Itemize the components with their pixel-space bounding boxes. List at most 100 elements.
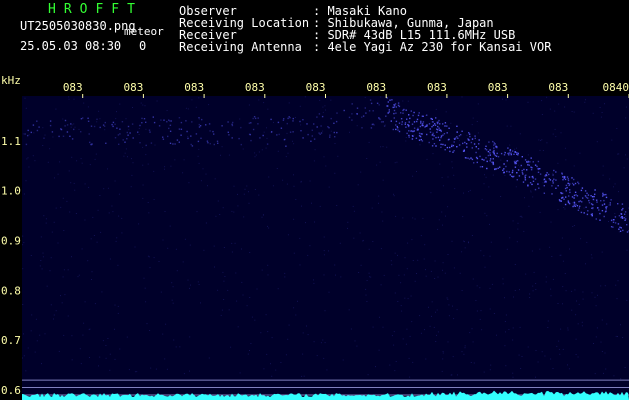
noise-speckle [430,192,432,194]
signal-dot [581,201,583,203]
signal-dot [456,146,458,148]
noise-speckle [431,301,433,303]
noise-speckle [57,242,59,244]
noise-speckle [258,194,260,196]
noise-speckle [256,288,258,290]
signal-dot [573,204,575,206]
signal-dot [566,186,568,189]
signal-dot [521,169,523,172]
signal-dot [503,154,506,156]
noise-speckle [441,211,443,213]
signal-dot [601,210,604,212]
noise-speckle [197,155,199,157]
noise-speckle [231,251,233,253]
noise-speckle [405,137,407,138]
signal-dot [551,193,553,195]
signal-dot [500,152,503,155]
signal-dot [555,187,557,189]
noise-speckle [205,173,207,175]
noise-speckle [461,290,463,291]
noise-speckle [68,170,70,172]
noise-speckle [336,205,338,206]
noise-speckle [46,285,48,287]
noise-speckle [234,242,236,244]
noise-speckle [564,273,566,274]
signal-dot [38,126,40,128]
signal-dot [32,124,35,126]
noise-speckle [102,340,104,342]
noise-speckle [472,278,474,280]
signal-dot [489,152,491,154]
signal-dot [494,143,496,145]
signal-dot [378,104,380,106]
signal-dot [621,209,623,211]
noise-speckle [574,289,576,291]
noise-speckle [556,345,558,347]
noise-speckle [228,154,230,156]
noise-speckle [442,351,444,352]
signal-dot [487,154,490,157]
noise-speckle [360,264,362,266]
noise-speckle [111,205,113,207]
noise-speckle [117,305,119,307]
signal-dot [453,150,455,152]
signal-dot [277,121,280,124]
signal-dot [64,125,66,127]
noise-speckle [362,239,364,241]
signal-dot [599,219,601,221]
signal-dot [573,197,575,199]
noise-speckle [87,260,89,262]
noise-speckle [614,183,616,185]
noise-speckle [600,341,602,343]
noise-speckle [101,291,103,293]
signal-dot [252,117,254,120]
signal-dot [610,199,612,201]
noise-speckle [375,366,376,368]
noise-speckle [248,202,250,204]
noise-speckle [519,289,520,291]
noise-speckle [213,245,215,247]
noise-speckle [458,139,460,141]
noise-speckle [425,269,426,271]
noise-speckle [453,267,455,269]
noise-speckle [50,257,52,259]
noise-speckle [620,378,622,380]
signal-dot [492,161,494,164]
signal-dot [476,157,479,160]
signal-dot [448,127,450,129]
noise-speckle [62,197,64,199]
noise-speckle [303,375,305,377]
signal-dot [432,132,434,134]
noise-speckle [489,255,491,257]
noise-speckle [88,186,90,188]
signal-dot [531,183,533,186]
signal-dot [596,201,598,203]
signal-dot [408,114,410,116]
noise-speckle [167,247,169,249]
noise-speckle [414,218,416,220]
signal-dot [527,164,529,166]
signal-dot [599,212,601,215]
noise-speckle [220,154,221,156]
signal-dot [71,138,74,140]
noise-speckle [121,217,123,219]
signal-dot [408,134,410,137]
noise-speckle [108,212,110,214]
signal-dot [511,175,513,177]
signal-dot [178,141,180,143]
noise-speckle [184,238,186,240]
noise-speckle [447,341,449,343]
noise-speckle [138,134,140,135]
noise-speckle [451,374,453,376]
signal-dot [418,139,421,141]
noise-speckle [28,166,30,168]
noise-speckle [187,279,189,281]
signal-dot [571,177,573,179]
signal-dot [439,123,441,125]
noise-speckle [236,300,238,302]
noise-speckle [502,283,504,285]
noise-speckle [59,161,61,163]
signal-dot [105,142,107,144]
noise-speckle [573,111,575,113]
signal-dot [437,121,439,123]
